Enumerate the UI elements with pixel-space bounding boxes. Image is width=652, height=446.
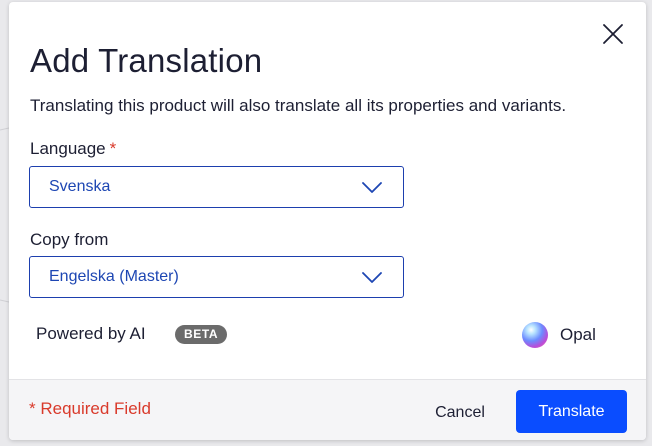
- add-translation-dialog: Add Translation Translating this product…: [9, 2, 646, 440]
- powered-by-ai-label: Powered by AI: [36, 324, 146, 343]
- cancel-button[interactable]: Cancel: [424, 396, 496, 430]
- required-field-note: * Required Field: [29, 399, 151, 418]
- close-button[interactable]: [600, 21, 626, 47]
- language-label-text: Language: [30, 139, 106, 158]
- required-marker: *: [109, 139, 117, 158]
- beta-badge: BETA: [175, 325, 228, 344]
- copy-from-label: Copy from: [30, 230, 109, 249]
- copy-from-select[interactable]: Engelska (Master): [29, 256, 404, 298]
- copy-from-select-value: Engelska (Master): [49, 268, 179, 285]
- dialog-title: Add Translation: [30, 42, 263, 79]
- opal-brand-name: Opal: [560, 325, 596, 344]
- chevron-down-icon: [362, 272, 382, 283]
- opal-logo-icon: [522, 322, 548, 348]
- close-icon: [603, 24, 623, 44]
- chevron-down-icon: [362, 182, 382, 193]
- dialog-description: Translating this product will also trans…: [30, 96, 567, 115]
- dialog-footer: * Required Field Cancel Translate: [9, 379, 646, 440]
- translate-button[interactable]: Translate: [516, 390, 627, 433]
- language-select-value: Svenska: [49, 178, 111, 195]
- language-select[interactable]: Svenska: [29, 166, 404, 208]
- language-label: Language *: [30, 139, 116, 159]
